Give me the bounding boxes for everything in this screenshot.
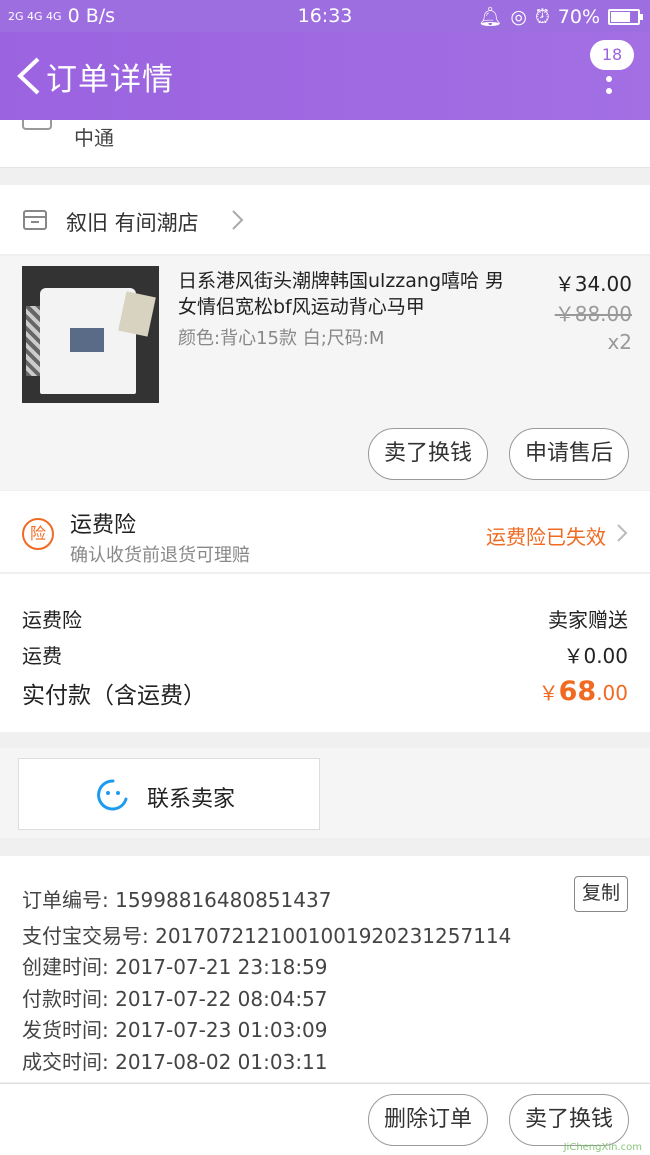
chevron-right-icon	[232, 210, 244, 230]
alipay-trade-number: 支付宝交易号: 2017072121001001920231257114	[22, 924, 512, 948]
after-sale-button[interactable]: 申请售后	[509, 428, 629, 480]
contact-seller-button[interactable]: 联系卖家	[18, 758, 320, 830]
mute-icon: 🔔︎	[478, 6, 503, 28]
chevron-right-icon	[617, 524, 628, 542]
insurance-cost-value: 卖家赠送	[548, 608, 628, 632]
shop-row[interactable]: 叙旧 有间潮店	[0, 185, 650, 255]
original-price: ￥88.00	[554, 302, 632, 326]
total-label: 实付款（含运费）	[22, 683, 206, 709]
product-price: ￥34.00	[554, 272, 632, 296]
insurance-cost-label: 运费险	[22, 608, 82, 632]
shipping-value: ￥0.00	[563, 644, 628, 668]
carrier-name: 中通	[74, 126, 114, 150]
contact-area: 联系卖家	[0, 748, 650, 838]
battery-level: 70%	[557, 5, 600, 28]
contact-seller-label: 联系卖家	[147, 787, 236, 812]
total-amount: ￥68.00	[538, 676, 628, 707]
insurance-title: 运费险	[70, 513, 137, 538]
shipped-time: 发货时间: 2017-07-23 01:03:09	[22, 1018, 328, 1042]
cost-summary: 运费险 卖家赠送 运费 ￥0.00 实付款（含运费） ￥68.00	[0, 574, 650, 732]
shipping-insurance-row[interactable]: 险 运费险 确认收货前退货可理赔 运费险已失效	[0, 491, 650, 573]
delete-order-button[interactable]: 删除订单	[368, 1094, 488, 1146]
product-quantity: x2	[607, 330, 632, 354]
product-title: 日系港风街头潮牌韩国ulzzang嘻哈 男女情侣宽松bf风运动背心马甲	[178, 270, 505, 318]
order-number: 订单编号: 15998816480851437	[22, 888, 332, 912]
product-spec: 颜色:背心15款 白;尺码:M	[178, 328, 385, 349]
insurance-icon: 险	[22, 518, 54, 550]
app-header: 订单详情 18	[0, 32, 650, 120]
completed-time: 成交时间: 2017-08-02 01:03:11	[22, 1050, 328, 1074]
resell-button-bottom[interactable]: 卖了换钱	[509, 1094, 629, 1146]
store-icon	[23, 210, 47, 230]
lock-icon: ◎	[510, 5, 527, 28]
message-count-badge[interactable]: 18	[590, 40, 634, 70]
resell-button[interactable]: 卖了换钱	[368, 428, 488, 480]
watermark: JiChengXin.com	[563, 1142, 642, 1153]
paid-time: 付款时间: 2017-07-22 08:04:57	[22, 987, 328, 1011]
logistics-section[interactable]: 中通	[0, 120, 650, 168]
status-bar: 2G 4G 4G 0 B/s 16:33 🔔︎ ◎ ⏰︎ 70%	[0, 0, 650, 32]
product-image[interactable]	[22, 266, 159, 403]
insurance-status: 运费险已失效	[486, 525, 606, 549]
page-title: 订单详情	[46, 62, 174, 98]
shop-name: 叙旧 有间潮店	[66, 211, 199, 235]
order-info: 订单编号: 15998816480851437 复制 支付宝交易号: 20170…	[0, 856, 650, 1082]
logistics-icon	[22, 120, 52, 130]
chat-face-icon	[97, 779, 128, 811]
bottom-action-bar: 删除订单 卖了换钱 JiChengXin.com	[0, 1083, 650, 1155]
copy-button[interactable]: 复制	[574, 876, 628, 912]
order-item[interactable]: 日系港风街头潮牌韩国ulzzang嘻哈 男女情侣宽松bf风运动背心马甲 颜色:背…	[0, 256, 650, 490]
battery-icon	[608, 8, 643, 25]
insurance-desc: 确认收货前退货可理赔	[70, 545, 250, 566]
back-arrow-icon[interactable]	[14, 56, 46, 96]
shipping-label: 运费	[22, 644, 62, 668]
created-time: 创建时间: 2017-07-21 23:18:59	[22, 955, 328, 979]
alarm-icon: ⏰︎	[534, 5, 550, 28]
more-menu-icon[interactable]	[606, 76, 612, 94]
